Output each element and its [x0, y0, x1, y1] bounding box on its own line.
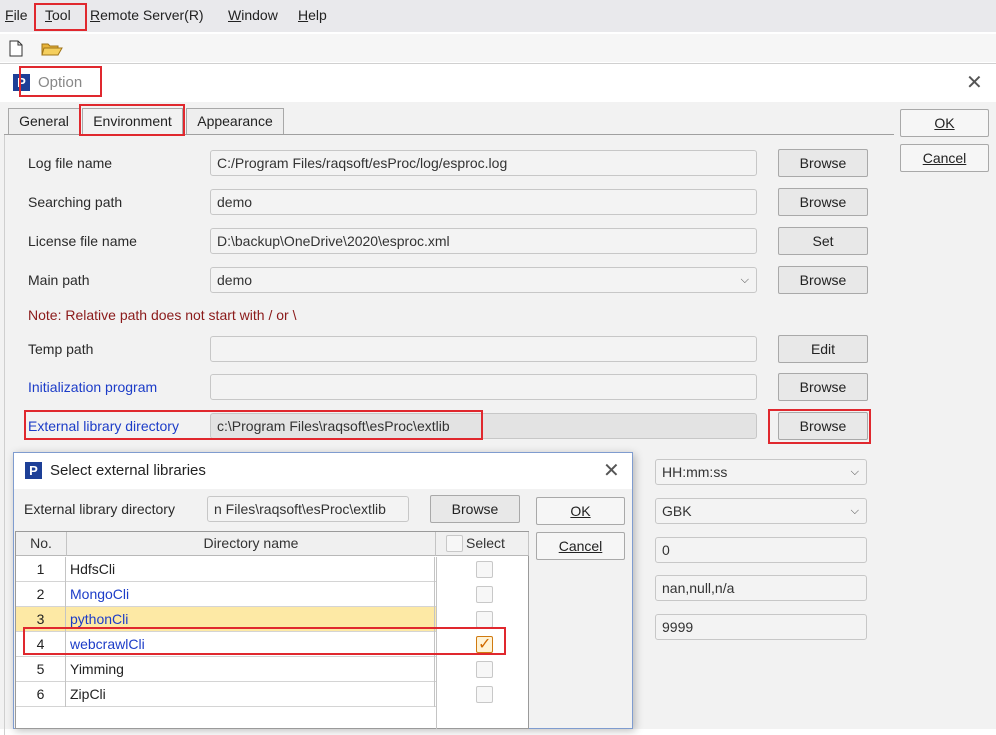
- charset-value: GBK: [662, 503, 692, 519]
- charset-select[interactable]: GBK ⌵: [655, 498, 867, 524]
- select-dialog-titlebar: P Select external libraries ✕: [14, 453, 632, 489]
- libraries-table: No. Directory name Select 1 HdfsCli 2 Mo…: [15, 531, 529, 729]
- menu-bar: File Tool Remote Server(R) Window Help: [0, 0, 996, 32]
- select-dir-label: External library directory: [24, 501, 175, 517]
- menu-help[interactable]: Help: [298, 7, 327, 23]
- row-name: pythonCli: [67, 607, 435, 632]
- table-row[interactable]: 5 Yimming: [16, 657, 436, 682]
- search-path-browse-button[interactable]: Browse: [778, 188, 868, 216]
- col-header-no: No.: [16, 532, 67, 556]
- row-number: 3: [16, 607, 66, 632]
- row-number: 6: [16, 682, 66, 707]
- license-input[interactable]: D:\backup\OneDrive\2020\esproc.xml: [210, 228, 757, 254]
- row-number: 2: [16, 582, 66, 607]
- table-row[interactable]: 2 MongoCli: [16, 582, 436, 607]
- tab-general[interactable]: General: [8, 108, 80, 134]
- app-logo-icon: P: [13, 74, 30, 91]
- col-header-select: Select: [436, 532, 529, 556]
- row-checkbox[interactable]: [476, 661, 493, 678]
- select-browse-button[interactable]: Browse: [430, 495, 520, 523]
- license-label: License file name: [28, 233, 137, 249]
- time-format-select[interactable]: HH:mm:ss ⌵: [655, 459, 867, 485]
- search-path-label: Searching path: [28, 194, 123, 210]
- numeric-field-1[interactable]: 0: [655, 537, 867, 563]
- row-checkbox-checked[interactable]: [476, 634, 493, 653]
- search-path-input[interactable]: demo: [210, 189, 757, 215]
- col-header-name: Directory name: [67, 532, 436, 556]
- close-icon[interactable]: ✕: [966, 70, 983, 94]
- close-icon[interactable]: ✕: [603, 458, 620, 482]
- relative-path-note: Note: Relative path does not start with …: [28, 307, 297, 323]
- row-name: HdfsCli: [67, 557, 435, 582]
- ext-lib-browse-button[interactable]: Browse: [778, 412, 868, 440]
- tab-appearance[interactable]: Appearance: [186, 108, 284, 134]
- init-program-label: Initialization program: [28, 379, 158, 395]
- ext-lib-input[interactable]: c:\Program Files\raqsoft\esProc\extlib: [210, 413, 757, 439]
- main-path-label: Main path: [28, 272, 90, 288]
- chevron-down-icon: ⌵: [740, 274, 749, 286]
- row-number: 5: [16, 657, 66, 682]
- row-name: MongoCli: [67, 582, 435, 607]
- ext-lib-label: External library directory: [28, 418, 179, 434]
- menu-remote-server[interactable]: Remote Server(R): [90, 7, 204, 23]
- cancel-button[interactable]: Cancel: [900, 144, 989, 172]
- init-program-input[interactable]: [210, 374, 757, 400]
- numeric-field-2[interactable]: 9999: [655, 614, 867, 640]
- table-row[interactable]: 3 pythonCli: [16, 607, 436, 632]
- chevron-down-icon: ⌵: [850, 505, 859, 517]
- log-file-input[interactable]: C:/Program Files/raqsoft/esProc/log/espr…: [210, 150, 757, 176]
- temp-path-edit-button[interactable]: Edit: [778, 335, 868, 363]
- row-name: Yimming: [67, 657, 435, 682]
- row-checkbox[interactable]: [476, 561, 493, 578]
- main-path-browse-button[interactable]: Browse: [778, 266, 868, 294]
- toolbar: [0, 34, 996, 62]
- select-column: [436, 557, 529, 729]
- menu-file[interactable]: File: [5, 7, 28, 23]
- app-logo-icon: P: [25, 462, 42, 479]
- row-number: 1: [16, 557, 66, 582]
- select-all-checkbox[interactable]: [446, 535, 463, 552]
- select-dir-input[interactable]: n Files\raqsoft\esProc\extlib: [207, 496, 409, 522]
- open-folder-icon[interactable]: [41, 40, 63, 57]
- license-set-button[interactable]: Set: [778, 227, 868, 255]
- log-file-browse-button[interactable]: Browse: [778, 149, 868, 177]
- select-libraries-dialog: P Select external libraries ✕ External l…: [13, 452, 633, 729]
- option-title: Option: [38, 74, 83, 91]
- option-titlebar: P Option ✕: [0, 64, 996, 102]
- menu-window[interactable]: Window: [228, 7, 278, 23]
- table-row[interactable]: 6 ZipCli: [16, 682, 436, 707]
- temp-path-label: Temp path: [28, 341, 94, 357]
- select-cancel-button[interactable]: Cancel: [536, 532, 625, 560]
- main-path-select[interactable]: demo ⌵: [210, 267, 757, 293]
- select-dialog-title: Select external libraries: [50, 462, 206, 479]
- row-name: webcrawlCli: [67, 632, 435, 657]
- row-number: 4: [16, 632, 66, 657]
- ok-button[interactable]: OK: [900, 109, 989, 137]
- row-checkbox[interactable]: [476, 586, 493, 603]
- row-checkbox[interactable]: [476, 611, 493, 628]
- init-program-browse-button[interactable]: Browse: [778, 373, 868, 401]
- null-strings-input[interactable]: nan,null,n/a: [655, 575, 867, 601]
- table-row[interactable]: 4 webcrawlCli: [16, 632, 436, 657]
- main-path-value: demo: [217, 272, 253, 288]
- row-name: ZipCli: [67, 682, 435, 707]
- log-file-label: Log file name: [28, 155, 113, 171]
- select-ok-button[interactable]: OK: [536, 497, 625, 525]
- chevron-down-icon: ⌵: [850, 466, 859, 478]
- row-checkbox[interactable]: [476, 686, 493, 703]
- new-file-icon[interactable]: [9, 40, 23, 57]
- time-format-value: HH:mm:ss: [662, 464, 728, 480]
- menu-tool[interactable]: Tool: [45, 7, 71, 23]
- tab-environment[interactable]: Environment: [82, 108, 183, 134]
- table-row[interactable]: 1 HdfsCli: [16, 557, 436, 582]
- temp-path-input[interactable]: [210, 336, 757, 362]
